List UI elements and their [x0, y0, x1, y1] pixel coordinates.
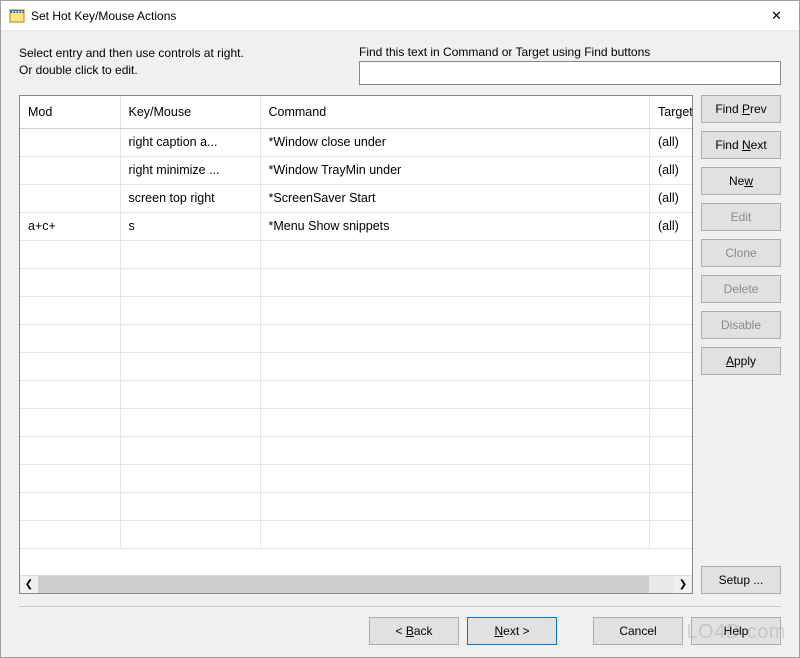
table-row-empty[interactable]: [20, 408, 692, 436]
apply-button[interactable]: Apply: [701, 347, 781, 375]
table-row-empty[interactable]: [20, 268, 692, 296]
top-row: Select entry and then use controls at ri…: [19, 45, 781, 85]
hotkey-table[interactable]: Mod Key/Mouse Command Target right capti…: [20, 96, 692, 549]
col-command[interactable]: Command: [260, 96, 650, 128]
setup-button[interactable]: Setup ...: [701, 566, 781, 594]
cell-key: s: [120, 212, 260, 240]
table-row-empty[interactable]: [20, 492, 692, 520]
dialog-window: Set Hot Key/Mouse Actions ✕ Select entry…: [0, 0, 800, 658]
edit-button[interactable]: Edit: [701, 203, 781, 231]
cell-command: *ScreenSaver Start: [260, 184, 650, 212]
close-icon: ✕: [771, 8, 782, 24]
table-row[interactable]: a+c+ s *Menu Show snippets (all): [20, 212, 692, 240]
gap: [565, 617, 585, 645]
cell-command: *Window close under: [260, 128, 650, 156]
titlebar: Set Hot Key/Mouse Actions ✕: [1, 1, 799, 31]
new-button[interactable]: New: [701, 167, 781, 195]
table-row[interactable]: right minimize ... *Window TrayMin under…: [20, 156, 692, 184]
instructions-line1: Select entry and then use controls at ri…: [19, 45, 319, 62]
cell-key: right minimize ...: [120, 156, 260, 184]
cell-target: (all): [650, 184, 693, 212]
cancel-button[interactable]: Cancel: [593, 617, 683, 645]
table-row-empty[interactable]: [20, 352, 692, 380]
find-column: Find this text in Command or Target usin…: [359, 45, 781, 85]
cell-mod: [20, 184, 120, 212]
separator: [19, 606, 781, 607]
horizontal-scrollbar[interactable]: ❮ ❯: [20, 575, 692, 593]
client-area: Select entry and then use controls at ri…: [1, 31, 799, 657]
spacer: [701, 383, 781, 558]
disable-button[interactable]: Disable: [701, 311, 781, 339]
table-row[interactable]: right caption a... *Window close under (…: [20, 128, 692, 156]
table-row-empty[interactable]: [20, 296, 692, 324]
wizard-buttons: < Back Next > Cancel Help: [19, 617, 781, 645]
cell-target: (all): [650, 212, 693, 240]
cell-mod: [20, 128, 120, 156]
delete-button[interactable]: Delete: [701, 275, 781, 303]
col-target[interactable]: Target: [650, 96, 693, 128]
app-icon: [9, 8, 25, 24]
table-row[interactable]: screen top right *ScreenSaver Start (all…: [20, 184, 692, 212]
back-button[interactable]: < Back: [369, 617, 459, 645]
instructions-line2: Or double click to edit.: [19, 62, 319, 79]
find-next-button[interactable]: Find Next: [701, 131, 781, 159]
mid-row: Mod Key/Mouse Command Target right capti…: [19, 95, 781, 594]
scroll-thumb[interactable]: [38, 576, 649, 593]
close-button[interactable]: ✕: [754, 1, 799, 30]
cell-mod: [20, 156, 120, 184]
col-key[interactable]: Key/Mouse: [120, 96, 260, 128]
table-row-empty[interactable]: [20, 436, 692, 464]
side-button-column: Find Prev Find Next New Edit Clone Delet…: [701, 95, 781, 594]
col-mod[interactable]: Mod: [20, 96, 120, 128]
cell-target: (all): [650, 128, 693, 156]
window-title: Set Hot Key/Mouse Actions: [31, 9, 754, 23]
hotkey-table-container: Mod Key/Mouse Command Target right capti…: [19, 95, 693, 594]
table-row-empty[interactable]: [20, 240, 692, 268]
cell-mod: a+c+: [20, 212, 120, 240]
find-prev-button[interactable]: Find Prev: [701, 95, 781, 123]
clone-button[interactable]: Clone: [701, 239, 781, 267]
table-body: right caption a... *Window close under (…: [20, 128, 692, 548]
scroll-track[interactable]: [38, 576, 674, 593]
help-button[interactable]: Help: [691, 617, 781, 645]
table-header-row: Mod Key/Mouse Command Target: [20, 96, 692, 128]
scroll-right-arrow[interactable]: ❯: [674, 576, 692, 593]
table-row-empty[interactable]: [20, 324, 692, 352]
find-label: Find this text in Command or Target usin…: [359, 45, 781, 59]
instructions: Select entry and then use controls at ri…: [19, 45, 319, 85]
next-button[interactable]: Next >: [467, 617, 557, 645]
cell-command: *Menu Show snippets: [260, 212, 650, 240]
cell-command: *Window TrayMin under: [260, 156, 650, 184]
hotkey-table-scroll: Mod Key/Mouse Command Target right capti…: [20, 96, 692, 575]
cell-target: (all): [650, 156, 693, 184]
scroll-left-arrow[interactable]: ❮: [20, 576, 38, 593]
cell-key: right caption a...: [120, 128, 260, 156]
table-row-empty[interactable]: [20, 380, 692, 408]
find-input[interactable]: [359, 61, 781, 85]
table-row-empty[interactable]: [20, 464, 692, 492]
cell-key: screen top right: [120, 184, 260, 212]
table-row-empty[interactable]: [20, 520, 692, 548]
